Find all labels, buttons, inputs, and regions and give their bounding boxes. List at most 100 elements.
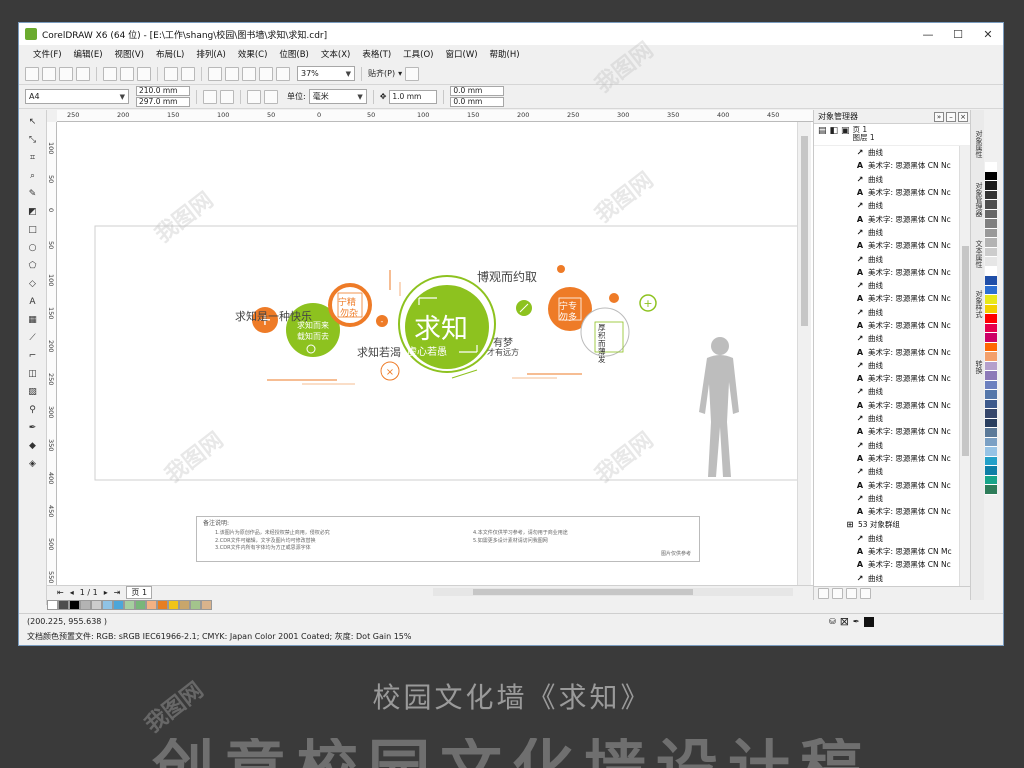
color-swatch[interactable] (985, 190, 997, 200)
next-page-icon[interactable]: ▸ (104, 588, 108, 597)
delete-layer-icon[interactable] (860, 588, 871, 599)
document-color-swatch[interactable] (124, 600, 135, 610)
document-color-swatch[interactable] (69, 600, 80, 610)
new-file-icon[interactable] (25, 66, 39, 81)
canvas-horizontal-scrollbar[interactable] (433, 588, 793, 596)
publish-pdf-icon[interactable] (259, 66, 273, 81)
object-list-item[interactable]: A 美术字: 思源黑体 CN Nc (814, 266, 959, 279)
prev-page-icon[interactable]: ◂ (70, 588, 74, 597)
outline-pen-status-icon[interactable]: ✒ (853, 617, 860, 626)
minimize-icon[interactable]: — (913, 23, 943, 45)
new-master-layer-even-icon[interactable] (846, 588, 857, 599)
docker-tab-text-properties[interactable]: 文本属性 (972, 240, 984, 268)
shape-tool-icon[interactable]: ⤡ (25, 133, 41, 147)
object-list-item[interactable]: A 美术字: 思源黑体 CN Nc (814, 372, 959, 385)
menu-help[interactable]: 帮助(H) (484, 48, 526, 60)
color-profile-status[interactable]: 文档颜色预置文件: RGB: sRGB IEC61966-2.1; CMYK: … (27, 631, 411, 642)
color-swatch[interactable] (985, 409, 997, 419)
object-list-item[interactable]: ↗ 曲线 (814, 439, 959, 452)
color-swatch[interactable] (985, 399, 997, 409)
page-tree-node[interactable]: 页 1 图层 1 (853, 126, 875, 142)
color-swatch[interactable] (985, 371, 997, 381)
duplicate-x-field[interactable]: 0.0 mm (450, 86, 505, 96)
menu-text[interactable]: 文本(X) (315, 48, 356, 60)
color-swatch[interactable] (985, 247, 997, 257)
menu-effects[interactable]: 效果(C) (232, 48, 274, 60)
undo-icon[interactable] (164, 66, 178, 81)
color-swatch[interactable] (985, 181, 997, 191)
object-list-item[interactable]: ↗ 曲线 (814, 173, 959, 186)
color-swatch[interactable] (985, 285, 997, 295)
color-swatch[interactable] (985, 342, 997, 352)
docker-tab-object-styles[interactable]: 对象样式 (972, 290, 984, 318)
blend-tool-icon[interactable]: ◫ (25, 367, 41, 381)
color-swatch[interactable] (985, 485, 997, 495)
page-tab[interactable]: 页 1 (126, 586, 153, 599)
units-combo[interactable]: 毫米 ▼ (308, 89, 367, 104)
crop-tool-icon[interactable]: ⌗ (25, 151, 41, 165)
redo-icon[interactable] (181, 66, 195, 81)
object-list-item[interactable]: A 美术字: 思源黑体 CN Nc (814, 478, 959, 491)
portrait-icon[interactable] (203, 89, 217, 104)
fill-bucket-icon[interactable]: ⛁ (829, 617, 836, 626)
scroll-thumb[interactable] (962, 246, 969, 456)
document-color-swatch[interactable] (146, 600, 157, 610)
object-list-item[interactable]: A 美术字: 思源黑体 CN Nc (814, 239, 959, 252)
menu-table[interactable]: 表格(T) (356, 48, 397, 60)
document-color-swatch[interactable] (58, 600, 69, 610)
color-swatch[interactable] (985, 162, 997, 172)
pick-tool-icon[interactable]: ↖ (25, 115, 41, 129)
menu-bitmaps[interactable]: 位图(B) (273, 48, 314, 60)
document-color-swatch[interactable] (135, 600, 146, 610)
object-list-item[interactable]: A 美术字: 思源黑体 CN Mc (814, 545, 959, 558)
scroll-thumb[interactable] (473, 589, 693, 595)
smart-fill-icon[interactable]: ◩ (25, 205, 41, 219)
object-list-item[interactable]: ↗ 曲线 (814, 199, 959, 212)
document-color-swatch[interactable] (102, 600, 113, 610)
color-swatch[interactable] (985, 228, 997, 238)
ellipse-tool-icon[interactable]: ○ (25, 241, 41, 255)
first-page-icon[interactable]: ⇤ (57, 588, 64, 597)
canvas-vertical-scrollbar[interactable] (797, 122, 811, 585)
transparency-icon[interactable]: ▨ (25, 385, 41, 399)
save-icon[interactable] (59, 66, 73, 81)
color-swatch[interactable] (985, 380, 997, 390)
page-size-combo[interactable]: A4 ▼ (25, 89, 129, 104)
object-list-item[interactable]: ↗ 曲线 (814, 146, 959, 159)
object-list-item[interactable]: ↗ 曲线 (814, 359, 959, 372)
copy-icon[interactable] (120, 66, 134, 81)
object-list-item[interactable]: A 美术字: 思源黑体 CN Nc (814, 558, 959, 571)
close-panel-icon[interactable]: × (958, 111, 968, 122)
object-list-item[interactable]: A 美术字: 思源黑体 CN Nc (814, 452, 959, 465)
object-list-item[interactable]: A 美术字: 思源黑体 CN Nc (814, 425, 959, 438)
object-list-item[interactable]: A 美术字: 思源黑体 CN Nc (814, 159, 959, 172)
rectangle-tool-icon[interactable]: □ (25, 223, 41, 237)
landscape-icon[interactable] (220, 89, 234, 104)
color-swatch[interactable] (985, 209, 997, 219)
object-list-item[interactable]: ↗ 曲线 (814, 385, 959, 398)
object-list-item[interactable]: ↗ 曲线 (814, 572, 959, 585)
menu-file[interactable]: 文件(F) (27, 48, 68, 60)
object-list-item[interactable]: ↗ 曲线 (814, 306, 959, 319)
document-color-swatch[interactable] (113, 600, 124, 610)
object-list-item[interactable]: ↗ 曲线 (814, 252, 959, 265)
document-color-swatch[interactable] (168, 600, 179, 610)
current-page-icon[interactable] (264, 89, 278, 104)
color-swatch[interactable] (985, 475, 997, 485)
text-tool-icon[interactable]: A (25, 295, 41, 309)
layer-options-icon[interactable]: ▤ (818, 126, 827, 136)
menu-edit[interactable]: 编辑(E) (68, 48, 109, 60)
color-swatch[interactable] (985, 266, 997, 276)
object-list-item[interactable]: ↗ 曲线 (814, 465, 959, 478)
search-content-icon[interactable] (208, 66, 222, 81)
last-page-icon[interactable]: ⇥ (114, 588, 121, 597)
document-color-swatch[interactable] (47, 600, 58, 610)
document-color-swatch[interactable] (157, 600, 168, 610)
color-swatch[interactable] (985, 200, 997, 210)
object-list-item[interactable]: ↗ 曲线 (814, 332, 959, 345)
expand-icon[interactable]: » (934, 111, 944, 122)
fill-tool-icon[interactable]: ◆ (25, 439, 41, 453)
outline-pen-icon[interactable]: ✒ (25, 421, 41, 435)
close-icon[interactable]: ✕ (973, 23, 1003, 45)
document-color-swatch[interactable] (201, 600, 212, 610)
